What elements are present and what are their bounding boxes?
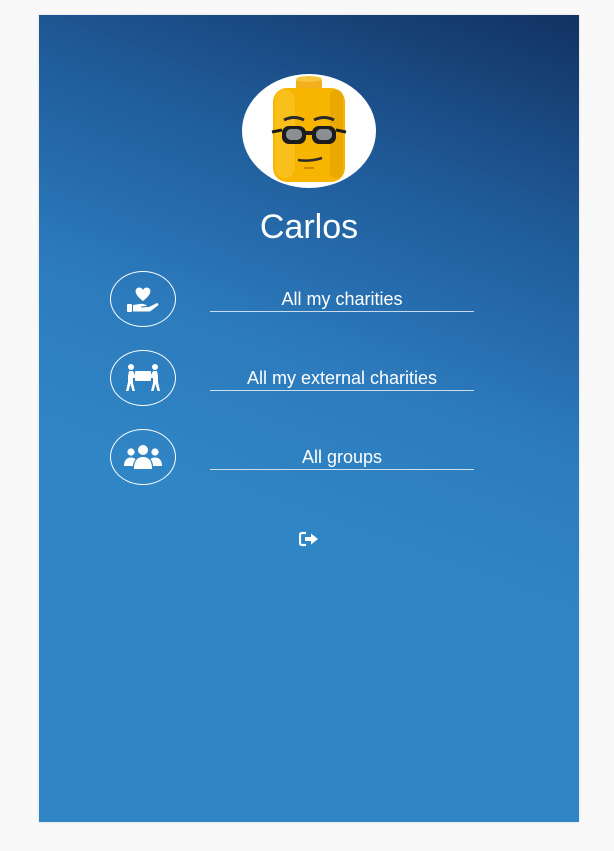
menu-label: All groups (210, 445, 474, 470)
menu-label: All my charities (210, 287, 474, 312)
menu-item-my-charities[interactable]: All my charities (110, 271, 510, 327)
menu-icon-circle (110, 271, 176, 327)
profile-panel: Carlos All my charities All my external … (39, 15, 579, 822)
user-name: Carlos (259, 208, 359, 246)
menu-icon-circle (110, 429, 176, 485)
avatar (242, 74, 376, 188)
hand-heart-icon (127, 287, 159, 312)
people-carrying-box-icon (126, 364, 160, 391)
sign-out-icon (299, 531, 318, 547)
menu-item-all-groups[interactable]: All groups (110, 429, 510, 485)
menu-label: All my external charities (210, 366, 474, 391)
users-group-icon (124, 445, 162, 469)
menu-icon-circle (110, 350, 176, 406)
lego-minifig-face-icon (271, 76, 347, 182)
menu-item-external-charities[interactable]: All my external charities (110, 350, 510, 406)
logout-button[interactable] (297, 529, 321, 549)
